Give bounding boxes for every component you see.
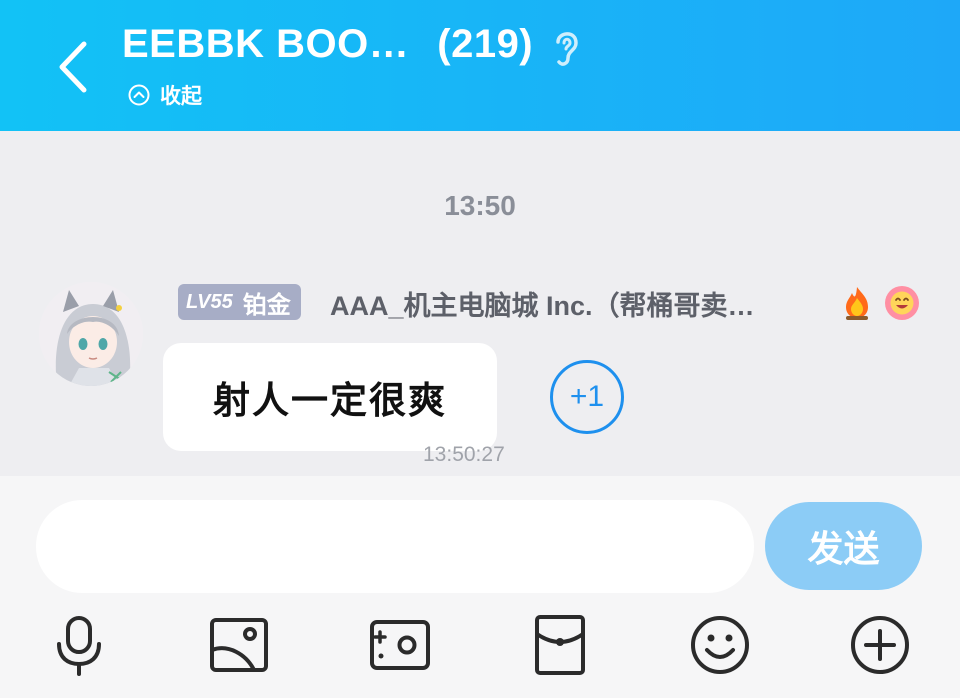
chat-header: EEBBK BOO… (219) 收起	[0, 0, 960, 131]
collapse-toggle[interactable]: 收起	[128, 80, 202, 110]
image-icon[interactable]	[206, 612, 272, 678]
message-bubble[interactable]: 射人一定很爽	[163, 343, 497, 451]
message-input[interactable]	[36, 500, 754, 593]
member-count: (219)	[437, 22, 534, 66]
group-name: EEBBK BOO…	[122, 22, 410, 66]
avatar[interactable]	[39, 282, 143, 386]
send-button[interactable]: 发送	[765, 502, 922, 590]
group-title[interactable]: EEBBK BOO… (219)	[122, 22, 533, 67]
smiley-icon[interactable]	[687, 612, 753, 678]
level-badge: LV55 铂金	[178, 284, 301, 320]
smile-face-icon	[885, 286, 919, 320]
sender-name[interactable]: AAA_机主电脑城 Inc.（帮桶哥卖…	[330, 284, 755, 323]
time-divider: 13:50	[444, 190, 516, 221]
message-timestamp: 13:50:27	[423, 443, 505, 466]
back-button[interactable]	[52, 38, 96, 96]
fire-icon	[846, 287, 868, 320]
chevron-up-circle-icon	[128, 84, 150, 106]
red-packet-icon[interactable]	[527, 612, 593, 678]
microphone-icon[interactable]	[46, 612, 112, 678]
plus-one-button[interactable]: +1	[550, 360, 624, 434]
rank-label: 铂金	[242, 290, 291, 319]
collapse-label: 收起	[160, 84, 202, 108]
ear-icon[interactable]	[548, 26, 584, 68]
level-label: LV55	[186, 290, 233, 313]
plus-icon[interactable]	[847, 612, 913, 678]
camera-icon[interactable]	[367, 612, 433, 678]
